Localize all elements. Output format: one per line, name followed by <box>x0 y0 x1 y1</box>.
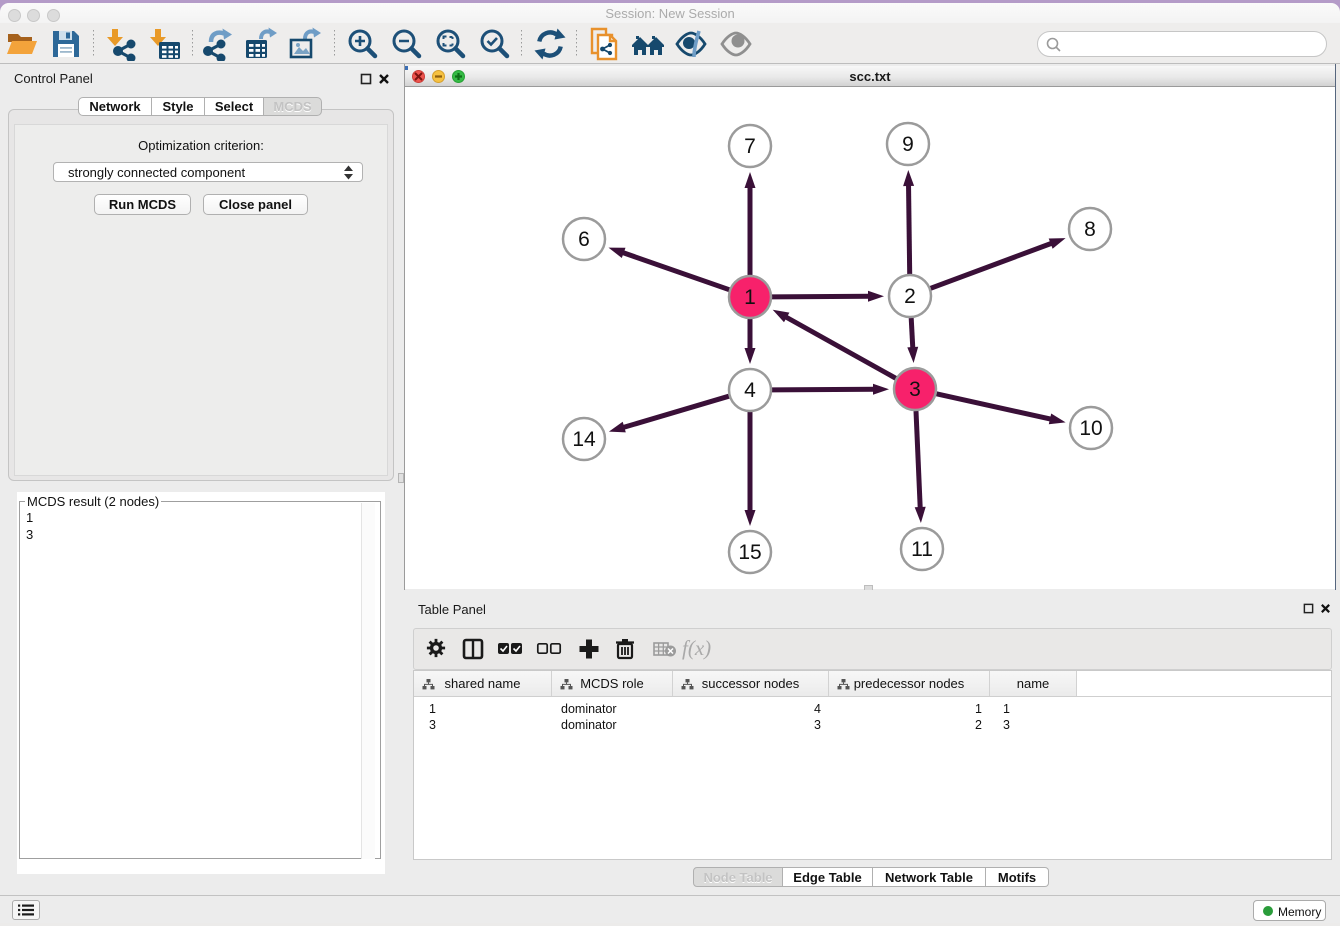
svg-text:4: 4 <box>744 379 756 402</box>
svg-text:9: 9 <box>902 133 914 156</box>
svg-text:3: 3 <box>909 378 921 401</box>
svg-text:15: 15 <box>738 541 761 564</box>
svg-text:7: 7 <box>744 135 756 158</box>
svg-text:6: 6 <box>578 228 590 251</box>
svg-text:10: 10 <box>1079 417 1102 440</box>
svg-text:11: 11 <box>911 538 933 561</box>
svg-text:14: 14 <box>572 428 596 451</box>
svg-text:2: 2 <box>904 285 916 308</box>
svg-text:1: 1 <box>744 286 756 309</box>
svg-text:8: 8 <box>1084 218 1096 241</box>
